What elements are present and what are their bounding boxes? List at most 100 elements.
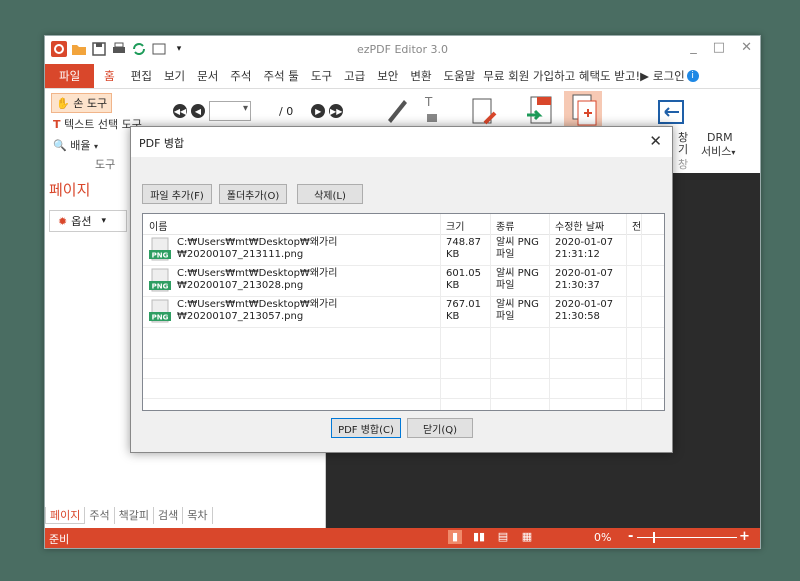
menu-edit[interactable]: 편집: [125, 68, 158, 84]
menu-file[interactable]: 파일: [45, 64, 95, 88]
file-path-line1: C:₩Users₩mt₩Desktop₩왜가리: [177, 268, 338, 279]
maximize-button[interactable]: □: [713, 40, 725, 55]
menu-signup-promo[interactable]: 무료 회원 가입하고 혜택도 받고!▶: [481, 68, 651, 84]
file-modified: 2020-01-07 21:30:58: [555, 299, 613, 323]
delete-button[interactable]: 삭제(L): [297, 184, 363, 204]
zoom-out-button[interactable]: -: [628, 529, 633, 544]
app-title: ezPDF Editor 3.0: [356, 43, 448, 56]
file-size-unit: KB: [446, 311, 460, 322]
column-name[interactable]: 이름: [149, 218, 167, 233]
file-path-line1: C:₩Users₩mt₩Desktop₩왜가리: [177, 299, 338, 310]
column-type[interactable]: 종류: [496, 218, 514, 233]
continuous-view-icon[interactable]: ▤: [496, 530, 510, 544]
file-type-line1: 알씨 PNG: [496, 268, 539, 279]
tools-group-label: 도구: [95, 158, 116, 171]
file-type-line2: 파일: [496, 311, 515, 322]
list-item[interactable]: PNG C:₩Users₩mt₩Desktop₩왜가리 ₩20200107_213…: [143, 235, 664, 266]
file-time: 21:31:12: [555, 249, 600, 260]
merge-pdf-button[interactable]: PDF 병합(C): [331, 418, 401, 438]
file-type-line1: 알씨 PNG: [496, 299, 539, 310]
close-button[interactable]: ✕: [741, 40, 752, 55]
file-path: C:₩Users₩mt₩Desktop₩왜가리 ₩20200107_213111.…: [177, 237, 337, 261]
two-page-view-icon[interactable]: ▮▮: [472, 530, 486, 544]
png-badge: PNG: [152, 283, 169, 291]
file-date: 2020-01-07: [555, 268, 614, 279]
tab-annotations[interactable]: 주석: [85, 507, 115, 524]
menu-security[interactable]: 보안: [371, 68, 404, 84]
png-badge: PNG: [152, 314, 169, 322]
list-item[interactable]: PNG C:₩Users₩mt₩Desktop₩왜가리 ₩20200107_213…: [143, 297, 664, 328]
file-modified: 2020-01-07 21:31:12: [555, 237, 613, 261]
grid-view-icon[interactable]: ▦: [520, 530, 534, 544]
next-page-icon[interactable]: ▶: [311, 104, 326, 118]
tab-bookmarks[interactable]: 책갈피: [115, 507, 154, 524]
add-file-button[interactable]: 파일 추가(F): [142, 184, 212, 204]
tab-search[interactable]: 검색: [154, 507, 184, 524]
list-item[interactable]: PNG C:₩Users₩mt₩Desktop₩왜가리 ₩20200107_213…: [143, 266, 664, 297]
add-folder-button[interactable]: 폴더추가(O): [219, 184, 287, 204]
column-size[interactable]: 크기: [446, 218, 464, 233]
prev-page-icon[interactable]: ◀: [191, 104, 205, 118]
menu-advanced[interactable]: 고급: [338, 68, 371, 84]
info-icon[interactable]: i: [686, 70, 699, 82]
menu-annotation-tool[interactable]: 주석 툴: [257, 68, 304, 84]
menu-login[interactable]: 로그인: [651, 68, 687, 84]
minimize-button[interactable]: _: [690, 40, 697, 55]
zoom-dropdown[interactable]: 🔍 배율 ▾: [53, 137, 98, 153]
page-number-input[interactable]: [209, 101, 251, 121]
dialog-close-button[interactable]: ✕: [649, 132, 662, 150]
file-modified: 2020-01-07 21:30:37: [555, 268, 613, 292]
file-type-line2: 파일: [496, 280, 515, 291]
file-path-line2: ₩20200107_213111.png: [177, 249, 304, 260]
file-size-unit: KB: [446, 280, 460, 291]
png-file-icon: PNG: [149, 299, 171, 324]
menu-help[interactable]: 도움말: [438, 68, 482, 84]
file-date: 2020-01-07: [555, 237, 614, 248]
single-page-view-icon[interactable]: ▮: [448, 530, 462, 544]
merge-pdf-icon[interactable]: [564, 91, 602, 129]
png-file-icon: PNG: [149, 268, 171, 293]
dialog-title: PDF 병합: [139, 137, 185, 150]
menu-annotation[interactable]: 주석: [224, 68, 257, 84]
tab-toc[interactable]: 목차: [183, 507, 213, 524]
png-file-icon: PNG: [149, 237, 171, 262]
drm-service-label[interactable]: 서비스▾: [701, 143, 735, 159]
zoom-level: 0%: [594, 531, 612, 544]
file-type-line1: 알씨 PNG: [496, 237, 539, 248]
page-total: / 0: [279, 104, 294, 118]
first-page-icon[interactable]: ◀◀: [173, 104, 187, 118]
last-page-icon[interactable]: ▶▶: [329, 104, 344, 118]
file-size-value: 767.01: [446, 299, 481, 310]
file-size-value: 748.87: [446, 237, 481, 248]
file-list[interactable]: 이름 크기 종류 수정한 날짜 전 PNG C:₩Users₩mt₩Deskto…: [142, 213, 665, 411]
zoom-slider-knob[interactable]: [653, 532, 655, 543]
file-size-unit: KB: [446, 249, 460, 260]
column-extra[interactable]: 전: [632, 218, 641, 233]
file-type: 알씨 PNG 파일: [496, 268, 539, 292]
page-navigation: ◀◀ ◀ / 0 ▶ ▶▶: [173, 101, 344, 121]
hand-icon: ✋: [56, 97, 70, 110]
tab-pages[interactable]: 페이지: [45, 507, 86, 524]
file-size: 601.05 KB: [446, 268, 481, 292]
view-mode-buttons: ▮ ▮▮ ▤ ▦: [448, 530, 534, 544]
text-select-button[interactable]: T 텍스트 선택 도구: [53, 116, 142, 132]
status-text: 준비: [49, 533, 70, 546]
menu-document[interactable]: 문서: [191, 68, 224, 84]
menu-tools[interactable]: 도구: [305, 68, 338, 84]
menu-view[interactable]: 보기: [158, 68, 191, 84]
zoom-in-button[interactable]: +: [739, 529, 750, 544]
convert-pdf-icon[interactable]: [523, 95, 557, 129]
hand-tool-button[interactable]: ✋ 손 도구: [51, 93, 113, 113]
panel-title: 페이지: [49, 181, 91, 199]
menu-convert[interactable]: 변환: [404, 68, 437, 84]
dialog-close-action-button[interactable]: 닫기(Q): [407, 418, 473, 438]
file-time: 21:30:58: [555, 311, 600, 322]
menu-home[interactable]: 홈: [94, 68, 125, 84]
file-type: 알씨 PNG 파일: [496, 299, 539, 323]
column-modified[interactable]: 수정한 날짜: [555, 218, 604, 233]
zoom-slider[interactable]: [637, 532, 737, 543]
pen-tool-icon[interactable]: [378, 92, 412, 126]
text-field-icon[interactable]: T: [417, 92, 451, 126]
empty-row-line: [143, 378, 664, 379]
options-button[interactable]: ✹ 옵션 ▾: [49, 210, 127, 232]
